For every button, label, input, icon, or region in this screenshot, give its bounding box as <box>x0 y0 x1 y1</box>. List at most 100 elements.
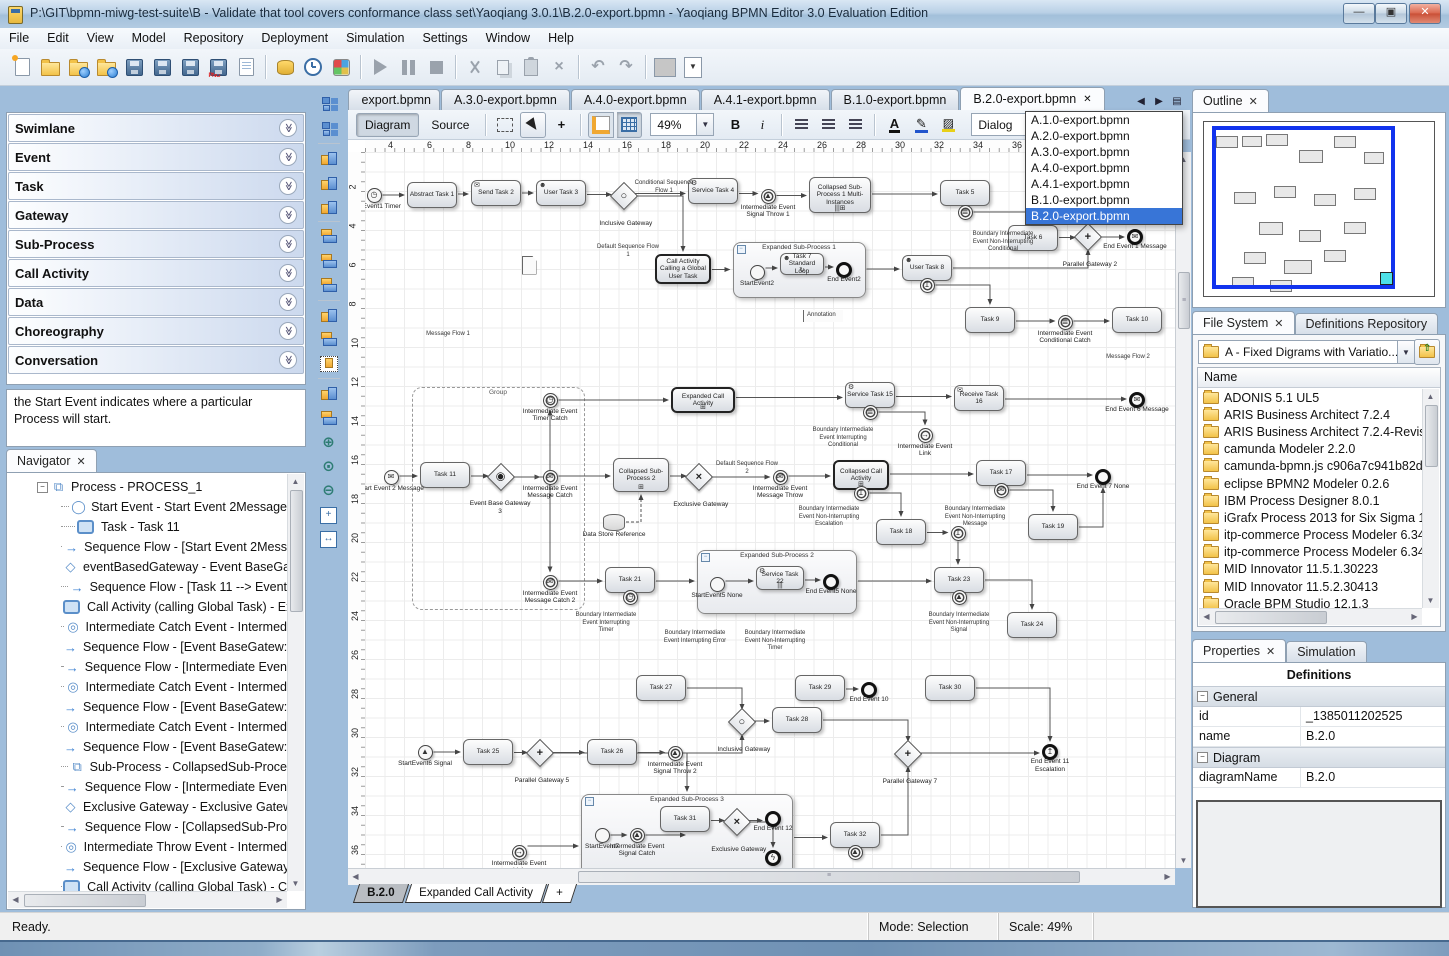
tab-simulation[interactable]: Simulation <box>1286 641 1366 662</box>
boundary-timer-task21[interactable]: ◷ <box>623 590 638 605</box>
grid-toggle-icon[interactable] <box>617 112 642 138</box>
intermediate-event-link-2[interactable]: →Intermediate Event Link <box>512 845 527 860</box>
intermediate-message-throw[interactable]: ✉Intermediate Event Message Throw <box>773 470 788 485</box>
boundary-task5-label[interactable]: Boundary Intermediate Event Non-Interrup… <box>971 231 1035 241</box>
tree-item[interactable]: →Sequence Flow - [Start Event 2Mess <box>9 537 287 557</box>
task-11[interactable]: Task 11 <box>420 462 470 488</box>
task-19[interactable]: Task 19 <box>1028 514 1078 540</box>
tree-item[interactable]: →Sequence Flow - [Intermediate Even <box>9 657 287 677</box>
tab-properties[interactable]: Properties✕ <box>1192 639 1286 662</box>
navigator-horizontal-scrollbar[interactable]: ◀ ▶ <box>8 891 287 908</box>
boundary-cca-label[interactable]: Boundary Intermediate Event Non-Interrup… <box>797 506 861 516</box>
folder-row[interactable]: Oracle BPM Studio 12.1.3 <box>1199 595 1423 609</box>
chevron-down-icon[interactable]: ≫ <box>279 293 297 311</box>
menu-repository[interactable]: Repository <box>175 28 253 45</box>
palette-group-data[interactable]: Data≫ <box>8 288 304 316</box>
preferences-icon[interactable] <box>327 53 355 81</box>
palette-group-call-activity[interactable]: Call Activity≫ <box>8 259 304 287</box>
tab-navigator[interactable]: Navigator ✕ <box>6 449 97 472</box>
column-header-name[interactable]: Name <box>1198 368 1440 388</box>
task-30[interactable]: Task 30 <box>925 675 975 701</box>
tree-item[interactable]: ◯Start Event - Start Event 2Message <box>9 497 287 517</box>
delete-icon[interactable]: × <box>545 53 573 81</box>
tree-item[interactable]: ◎Intermediate Catch Event - Intermed <box>9 677 287 697</box>
end-event-7-none[interactable]: End Event 7 None <box>1095 469 1111 485</box>
align-bottom-icon[interactable] <box>315 273 343 297</box>
folder-row[interactable]: itp-commerce Process Modeler 6.3488 <box>1199 544 1423 561</box>
close-icon[interactable]: ✕ <box>77 455 86 468</box>
fit-page-icon[interactable]: + <box>315 503 343 527</box>
sheet-tab-b.2.0[interactable]: B.2.0 <box>353 884 409 903</box>
tab-scroll-left-icon[interactable]: ◀ <box>1134 96 1148 107</box>
boundary-task23-label[interactable]: Boundary Intermediate Event Non-Interrup… <box>927 612 991 622</box>
close-icon[interactable]: ✕ <box>1266 645 1275 658</box>
end-event-6-message[interactable]: ✉End Event 6 Message <box>1129 392 1145 408</box>
distribute-vertical-icon[interactable] <box>315 405 343 429</box>
start-event5-none[interactable]: StartEvent5 None <box>710 577 725 592</box>
export-database-icon[interactable] <box>271 53 299 81</box>
menu-file[interactable]: File <box>0 28 38 45</box>
outline-thumbnail[interactable] <box>1203 121 1435 297</box>
task-26[interactable]: Task 26 <box>587 739 637 765</box>
tree-item[interactable]: ◎Intermediate Catch Event - Intermed <box>9 617 287 637</box>
folder-row[interactable]: camunda-bpmn.js c906a7c941b82dbl <box>1199 458 1423 475</box>
end-event-error[interactable]: ϟ <box>765 850 781 866</box>
collapse-icon[interactable]: − <box>1197 691 1208 702</box>
diagram-canvas[interactable]: ◷Start Event1 TimerAbstract Task 1Send T… <box>365 152 1175 868</box>
boundary-escalation-task8[interactable]: ↥ <box>920 278 935 293</box>
filesystem-vertical-scrollbar[interactable]: ▲ ▼ <box>1422 389 1439 608</box>
property-section-general[interactable]: −General <box>1193 686 1445 707</box>
bold-button[interactable]: B <box>723 113 747 137</box>
canvas-horizontal-scrollbar[interactable]: ◀ ≡ ▶ <box>348 868 1175 885</box>
end-event-10[interactable]: End Event 10 <box>861 682 877 698</box>
tree-item[interactable]: ◎Intermediate Catch Event - Intermed <box>9 717 287 737</box>
tab-definitions-repository[interactable]: Definitions Repository <box>1295 313 1439 334</box>
stop-icon[interactable] <box>422 53 450 81</box>
tree-item[interactable]: ⧉Sub-Process - CollapsedSub-Proce <box>9 757 287 777</box>
tree-item[interactable]: →Sequence Flow - [Task 11 --> Event <box>9 577 287 597</box>
folder-row[interactable]: MID Innovator 11.5.1.30223 <box>1199 561 1423 578</box>
save-as-png-icon[interactable]: PNG <box>204 53 232 81</box>
sheet-tab-expanded-call-activity[interactable]: Expanded Call Activity <box>404 884 546 903</box>
boundary-conditional-task5[interactable]: ≣ <box>958 205 973 220</box>
chevron-down-icon[interactable]: ▼ <box>696 114 713 135</box>
boundary-timer2-label[interactable]: Boundary Intermediate Event Non-Interrup… <box>743 630 807 640</box>
folder-row[interactable]: eclipse BPMN2 Modeler 0.2.6 <box>1199 475 1423 492</box>
task-27[interactable]: Task 27 <box>636 675 686 701</box>
save-as-icon[interactable] <box>148 53 176 81</box>
align-right-icon[interactable] <box>315 195 343 219</box>
pause-icon[interactable] <box>394 53 422 81</box>
tree-item[interactable]: ◇eventBasedGateway - Event BaseGa <box>9 557 287 577</box>
end-event-1-message[interactable]: ✉End Event 1 Message <box>1127 229 1143 245</box>
chevron-down-icon[interactable]: ≫ <box>279 177 297 195</box>
chevron-down-icon[interactable]: ≫ <box>279 264 297 282</box>
service-task-22[interactable]: Service Task 22⚙||| <box>756 566 804 590</box>
folder-row[interactable]: ADONIS 5.1 UL5 <box>1199 389 1423 406</box>
tree-item[interactable]: →Sequence Flow - [Event BaseGatew: <box>9 737 287 757</box>
task-31[interactable]: Task 31 <box>660 806 710 832</box>
close-icon[interactable]: ✕ <box>1249 95 1258 108</box>
boundary-message-task17[interactable]: ✉ <box>994 483 1009 498</box>
message-flow-1-label[interactable]: Message Flow 1 <box>416 331 480 341</box>
palette-group-choreography[interactable]: Choreography≫ <box>8 317 304 345</box>
collapse-icon[interactable]: − <box>1197 752 1208 763</box>
maximize-button[interactable]: ▣ <box>1375 3 1407 24</box>
collapsed-sub-process-2[interactable]: Collapsed Sub-Process 2⊞ <box>613 458 669 492</box>
palette-group-conversation[interactable]: Conversation≫ <box>8 346 304 374</box>
intermediate-event-link-1[interactable]: →Intermediate Event Link <box>918 428 933 443</box>
tab-outline[interactable]: Outline ✕ <box>1192 89 1269 112</box>
dropdown-item-A-3-0-export-bpmn[interactable]: A.3.0-export.bpmn <box>1026 144 1182 160</box>
folder-row[interactable]: IBM Process Designer 8.0.1 <box>1199 492 1423 509</box>
intermediate-signal-throw-1[interactable]: ▲Intermediate Event Signal Throw 1 <box>761 189 776 204</box>
tab-file-system[interactable]: File System✕ <box>1192 311 1295 334</box>
tree-item[interactable]: →Sequence Flow - [Intermediate Even <box>9 777 287 797</box>
zoom-combo[interactable]: 49% ▼ <box>650 113 714 136</box>
fill-color-icon[interactable]: ▨ <box>936 113 960 137</box>
color-swatch[interactable] <box>651 53 679 81</box>
edge-color-icon[interactable]: ✎ <box>909 113 933 137</box>
palette-group-gateway[interactable]: Gateway≫ <box>8 201 304 229</box>
intermediate-signal-catch[interactable]: ▲Intermediate Event Signal Catch <box>630 828 645 843</box>
source-view-button[interactable]: Source <box>422 113 478 137</box>
menu-edit[interactable]: Edit <box>38 28 78 45</box>
boundary-escalation-cca[interactable]: ↥ <box>854 486 869 501</box>
